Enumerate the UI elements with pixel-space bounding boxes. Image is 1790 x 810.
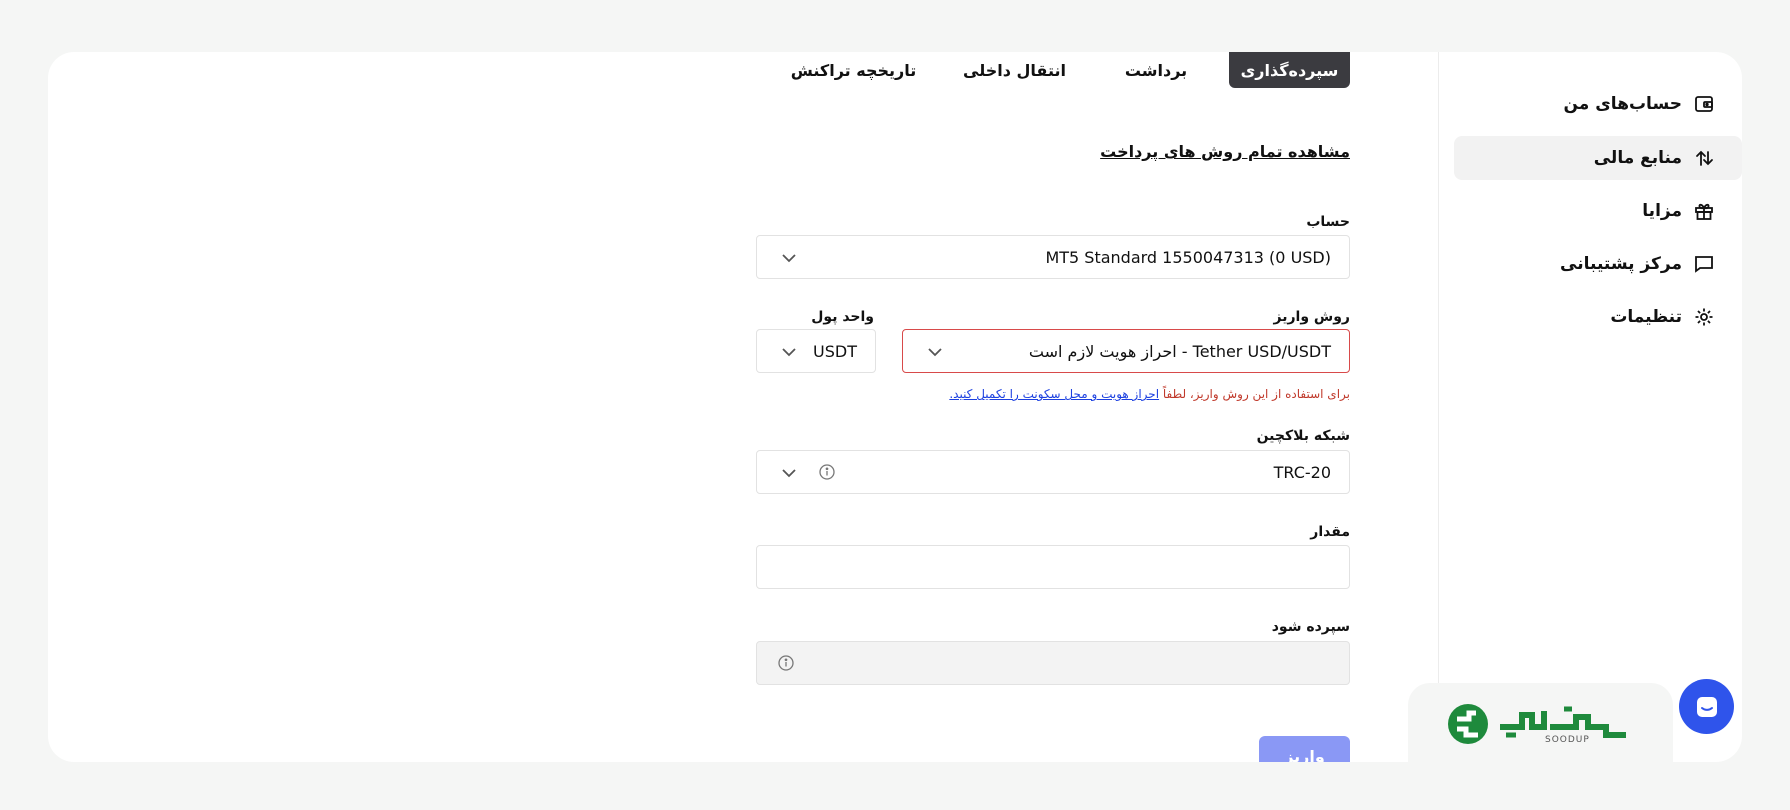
logo-text: SOODUP: [1545, 735, 1590, 745]
wallet-icon: [1692, 92, 1716, 116]
amount-input[interactable]: [756, 545, 1350, 589]
chat-bubble-icon: [1692, 252, 1716, 276]
sidebar-item-label: منابع مالی: [1593, 148, 1682, 168]
sidebar-item-benefits[interactable]: مزایا: [1642, 189, 1716, 233]
info-icon[interactable]: [778, 655, 794, 671]
chevron-down-icon: [782, 254, 796, 263]
tab-bar: سپرده‌گذاری برداشت انتقال داخلی تاریخچه …: [761, 52, 1350, 88]
currency-value: USDT: [813, 341, 857, 361]
sidebar-item-label: مرکز پشتیبانی: [1560, 254, 1682, 274]
complete-verification-link[interactable]: احراز هویت و محل سکونت را تکمیل کنید.: [949, 387, 1159, 401]
amount-label: مقدار: [1310, 524, 1350, 540]
account-select[interactable]: MT5 Standard 1550047313 (0 USD): [756, 235, 1350, 279]
chat-icon: [1696, 696, 1717, 717]
soodup-logo-mark: [1448, 704, 1626, 744]
sidebar-item-financial-resources[interactable]: منابع مالی: [1454, 136, 1742, 180]
verification-error-message: برای استفاده از این روش واریز، لطفاً احر…: [949, 387, 1350, 401]
deposited-amount-label: سپرده شود: [1271, 619, 1350, 635]
info-icon[interactable]: [819, 464, 835, 480]
view-all-payment-methods-link[interactable]: مشاهده تمام روش های پرداخت: [1100, 142, 1350, 161]
blockchain-network-select[interactable]: TRC-20: [756, 450, 1350, 494]
sidebar-item-label: تنظیمات: [1610, 307, 1682, 327]
error-prefix: برای استفاده از این روش واریز، لطفاً: [1162, 387, 1350, 401]
deposited-amount-field: [756, 641, 1350, 685]
deposit-method-label: روش واریز: [1273, 309, 1350, 325]
account-label: حساب: [1306, 214, 1350, 230]
sidebar-divider: [1438, 52, 1439, 762]
chevron-down-icon: [782, 348, 796, 357]
tab-transaction-history[interactable]: تاریخچه تراکنش: [761, 52, 946, 88]
soodup-logo: SOODUP: [1408, 683, 1673, 783]
blockchain-network-label: شبکه بلاکچین: [1256, 428, 1350, 444]
chevron-down-icon: [782, 469, 796, 478]
sidebar-item-settings[interactable]: تنظیمات: [1610, 295, 1716, 339]
network-value: TRC-20: [1273, 462, 1331, 482]
tab-deposit[interactable]: سپرده‌گذاری: [1229, 52, 1350, 88]
transfer-arrows-icon: [1692, 146, 1716, 170]
deposit-method-value: Tether USD/USDT - احراز هویت لازم است: [1028, 341, 1331, 361]
tab-internal-transfer[interactable]: انتقال داخلی: [946, 52, 1083, 88]
sidebar-item-label: حساب‌های من: [1563, 94, 1682, 114]
account-value: MT5 Standard 1550047313 (0 USD): [1045, 247, 1331, 267]
gift-icon: [1692, 199, 1716, 223]
deposit-method-select[interactable]: Tether USD/USDT - احراز هویت لازم است: [902, 329, 1350, 373]
chevron-down-icon: [928, 348, 942, 357]
sidebar-item-label: مزایا: [1642, 201, 1682, 221]
currency-label: واحد پول: [811, 309, 874, 325]
sidebar-item-my-accounts[interactable]: حساب‌های من: [1563, 82, 1716, 126]
chat-launcher-button[interactable]: [1679, 679, 1734, 734]
currency-select[interactable]: USDT: [756, 329, 876, 373]
tab-withdraw[interactable]: برداشت: [1083, 52, 1229, 88]
sidebar-item-support-center[interactable]: مرکز پشتیبانی: [1560, 242, 1716, 286]
deposit-submit-button[interactable]: واریز: [1259, 736, 1350, 762]
gear-icon: [1692, 305, 1716, 329]
main-card: حساب‌های من منابع مالی مزایا مرکز پشتیبا…: [48, 52, 1742, 762]
